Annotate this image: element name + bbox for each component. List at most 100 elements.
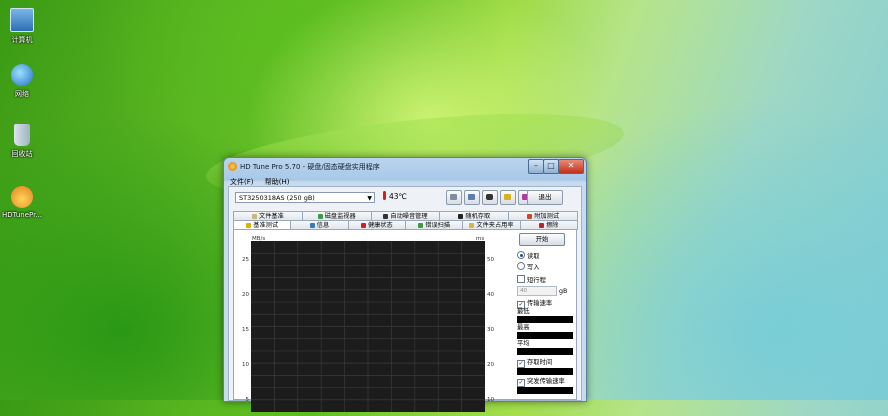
folder-icon [469,222,475,228]
copy-text-button[interactable] [464,190,480,205]
write-option[interactable]: 写入 [517,262,585,271]
min-label: 最低 [517,308,530,315]
tab-label: 错误扫描 [425,222,451,229]
checkbox-burst-rate[interactable]: ✓ [517,379,525,387]
start-button[interactable]: 开始 [519,233,565,246]
max-label: 最高 [517,324,530,331]
burst-rate-value-box [517,387,573,394]
exit-button[interactable]: 退出 [527,190,563,205]
screenshot-icon [486,194,493,200]
short-stroke-label: 短行程 [527,277,546,284]
window-title: HD Tune Pro 5.70 - 硬盘/固态硬盘实用程序 [240,163,380,171]
thermometer-icon [383,191,386,200]
transfer-rate-option[interactable]: ✓ 传输速率 [517,299,585,309]
checkbox-access-time[interactable]: ✓ [517,360,525,368]
desktop-icon-label: 网络 [15,90,29,98]
chart-y-tick-right: 40 [487,292,494,298]
copy-button[interactable] [446,190,462,205]
info-tab-icon [309,222,315,228]
short-stroke-option[interactable]: 短行程 [517,275,585,284]
read-option[interactable]: 读取 [517,251,585,260]
chart-y-tick-left: 10 [242,362,249,368]
maximize-button[interactable]: □ [543,159,559,174]
random-access-icon [458,213,464,219]
chart-y-unit-right: ms [476,236,484,242]
desktop-icon-network[interactable]: 网络 [0,64,50,99]
recycle-bin-icon [14,124,30,146]
access-time-value-box [517,368,573,375]
minimize-button[interactable]: – [528,159,544,174]
chart-y-tick-left: 15 [242,327,249,333]
short-stroke-unit: gB [559,288,568,295]
temperature-readout: 43℃ [383,191,407,201]
toolbar: ST3250318AS (250 gB) ▼ 43℃ 退出 [233,190,577,206]
hdtune-icon [11,186,33,208]
app-icon [228,162,237,171]
copy-text-icon [468,194,475,200]
title-bar[interactable]: HD Tune Pro 5.70 - 硬盘/固态硬盘实用程序 – □ ✕ [224,158,586,176]
chart-svg: MB/s ms 25 20 15 10 5 50 40 30 20 10 [242,236,494,412]
short-stroke-row: 40 gB [517,286,585,296]
file-icon [252,213,258,219]
avg-label: 平均 [517,340,530,347]
options-button[interactable] [500,190,516,205]
chevron-down-icon: ▼ [367,195,372,202]
tab-label: 基准测试 [253,222,279,229]
tab-label: 文件夹占用率 [476,222,514,229]
tab-label: 健康状态 [367,222,393,229]
monitor-icon [317,213,323,219]
speaker-icon [383,213,389,219]
error-scan-icon [418,222,424,228]
burst-rate-option[interactable]: ✓ 突发传输速率 [517,377,585,387]
benchmark-chart: MB/s ms 25 20 15 10 5 50 40 30 20 10 [236,232,508,412]
copy-icon [450,194,457,200]
chart-y-tick-right: 30 [487,327,494,333]
menu-help[interactable]: 帮助(H) [265,178,290,186]
access-time-option[interactable]: ✓ 存取时间 [517,358,585,368]
tab-label: 擦除 [546,222,559,229]
short-stroke-input[interactable]: 40 [517,286,557,296]
access-time-label: 存取时间 [527,359,553,366]
desktop-icon-computer[interactable]: 计算机 [0,8,50,45]
avg-value-box [517,348,573,355]
transfer-rate-label: 传输速率 [527,300,553,307]
desktop-icon-label: 计算机 [11,36,33,44]
min-value-box [517,316,573,323]
radio-write[interactable] [517,262,525,270]
health-icon [360,222,366,228]
tab-label: 随机存取 [465,213,491,220]
chart-y-tick-left: 20 [242,292,249,298]
desktop-icon-recycle-bin[interactable]: 回收站 [0,124,50,159]
desktop-icon-hdtune[interactable]: HDTunePr... [0,186,50,219]
chart-y-tick-right: 10 [487,397,494,403]
computer-icon [10,8,34,32]
side-panel: 开始 读取 写入 短行程 40 gB ✓ 传输速率 最低 最高 平均 ✓ 存取时间 … [517,233,585,395]
tab-label: 附加测试 [534,213,559,220]
chart-y-tick-left: 5 [246,397,250,403]
radio-read[interactable] [517,251,525,259]
burst-rate-label: 突发传输速率 [527,378,565,385]
erase-icon [539,222,545,228]
desktop-icon-label: 回收站 [11,150,33,158]
desktop-icon-label: HDTunePr... [1,211,43,219]
client-area: ST3250318AS (250 gB) ▼ 43℃ 退出 文件基准 磁盘监视器… [228,186,582,412]
chart-y-tick-left: 25 [242,257,249,263]
write-label: 写入 [527,264,540,271]
tab-label: 信息 [316,222,330,229]
close-button[interactable]: ✕ [558,159,584,174]
checkbox-short-stroke[interactable] [517,275,525,283]
benchmark-icon [246,222,252,228]
benchmark-panel: MB/s ms 25 20 15 10 5 50 40 30 20 10 开始 读取 写入 短行程 4… [233,229,577,412]
options-icon [504,194,511,200]
chart-y-unit-left: MB/s [252,236,265,242]
temperature-value: 43℃ [389,192,407,201]
chart-y-tick-right: 20 [487,362,494,368]
drive-select[interactable]: ST3250318AS (250 gB) ▼ [235,192,375,203]
tab-label: 磁盘监视器 [324,213,356,220]
menu-file[interactable]: 文件(F) [230,178,254,186]
extra-tests-icon [527,213,533,219]
drive-select-value: ST3250318AS (250 gB) [239,194,315,202]
screenshot-button[interactable] [482,190,498,205]
read-label: 读取 [527,253,540,260]
tab-label: 文件基准 [259,213,284,220]
